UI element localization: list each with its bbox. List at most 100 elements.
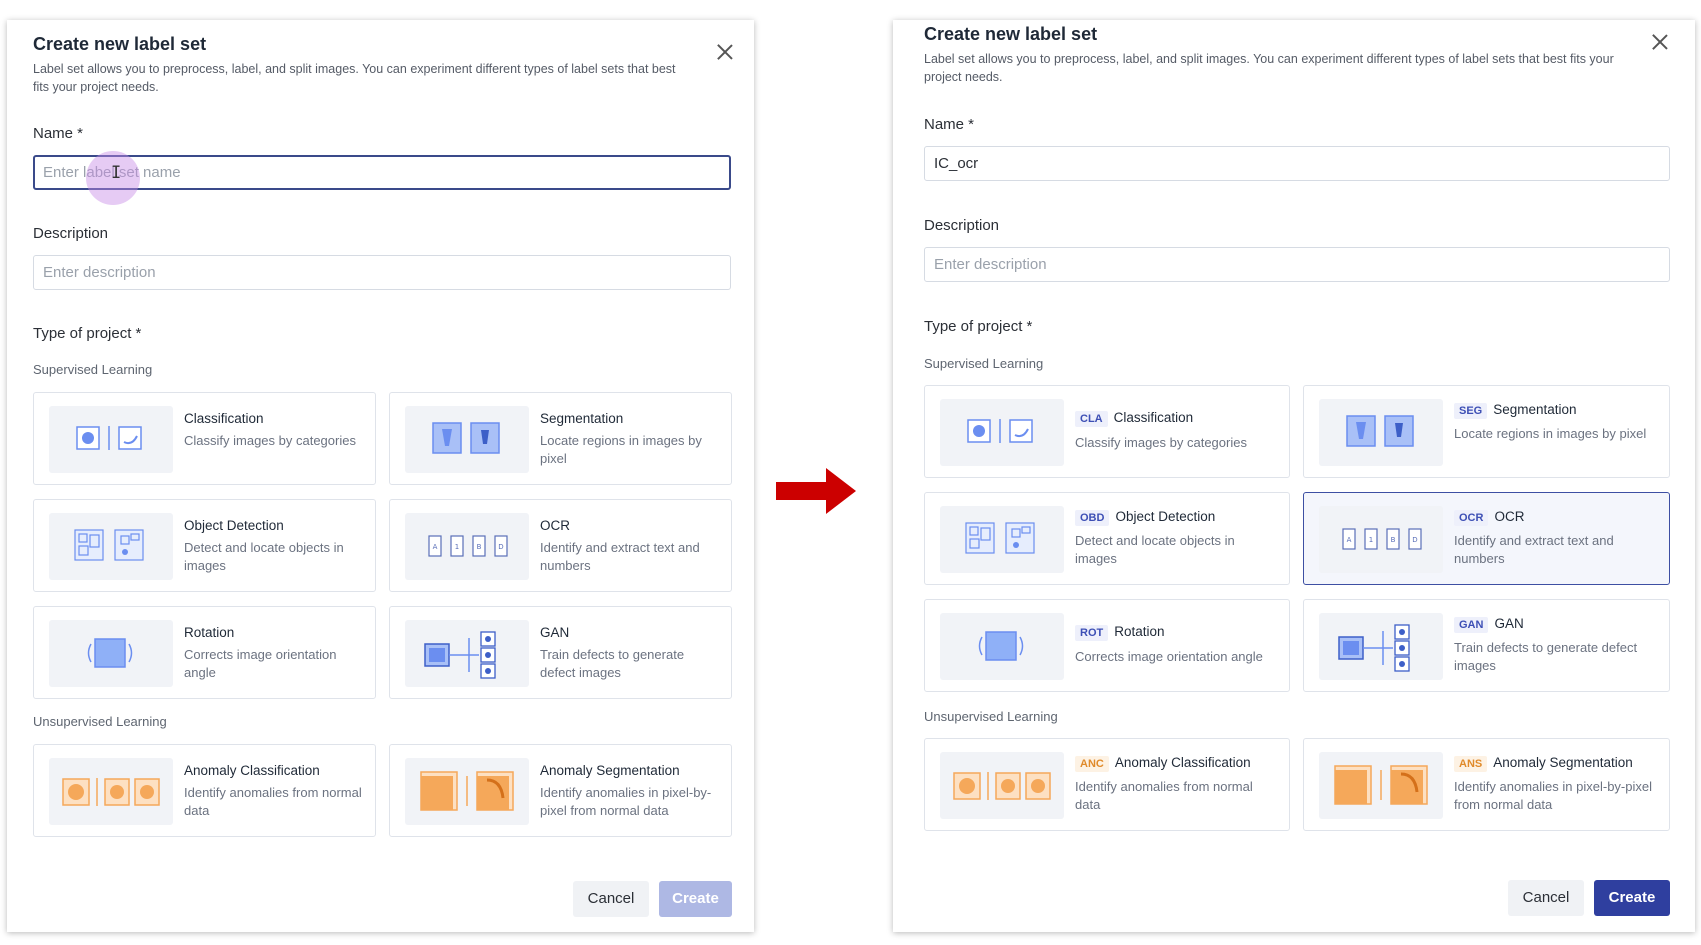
card-badge: ROT [1075, 625, 1109, 641]
ocr-icon [1319, 506, 1443, 573]
gan-icon [405, 620, 529, 687]
card-description: Train defects to generate defect images [540, 647, 685, 680]
classification-icon [940, 399, 1064, 466]
description-input-placeholder: Enter description [43, 264, 156, 281]
card-description: Identify and extract text and numbers [540, 540, 700, 573]
gan-icon [1319, 613, 1443, 680]
card-badge: GAN [1454, 617, 1489, 633]
card-description: Detect and locate objects in images [184, 540, 344, 573]
create-label-set-dialog-after: Create new label set Label set allows yo… [893, 20, 1695, 932]
card-description: Identify and extract text and numbers [1454, 533, 1614, 566]
type-of-project-label: Type of project * [924, 318, 1033, 335]
object-detection-icon [49, 513, 173, 580]
card-rotation[interactable]: Rotation Corrects image orientation angl… [33, 606, 376, 699]
card-title: Rotation [184, 625, 235, 640]
card-anomaly-classification[interactable]: ANC Anomaly Classification Identify anoma… [924, 738, 1290, 831]
card-description: Locate regions in images by pixel [1454, 426, 1647, 441]
cancel-button[interactable]: Cancel [573, 881, 649, 917]
anomaly-classification-icon [940, 752, 1064, 819]
anomaly-segmentation-icon [405, 758, 529, 825]
object-detection-icon [940, 506, 1064, 573]
ocr-icon [405, 513, 529, 580]
card-description: Corrects image orientation angle [1075, 649, 1263, 664]
rotation-icon [49, 620, 173, 687]
supervised-learning-label: Supervised Learning [924, 356, 1044, 371]
text-cursor-icon: I [111, 163, 122, 183]
card-badge: ANS [1454, 756, 1488, 772]
arrow-right-icon [776, 468, 856, 514]
card-classification[interactable]: Classification Classify images by catego… [33, 392, 376, 485]
rotation-icon [940, 613, 1064, 680]
card-badge: CLA [1075, 411, 1108, 427]
card-title: GAN [540, 625, 570, 640]
dialog-title: Create new label set [33, 34, 207, 54]
cancel-button[interactable]: Cancel [1508, 880, 1584, 916]
card-gan[interactable]: GAN GAN Train defects to generate defect … [1303, 599, 1670, 692]
card-badge: OBD [1075, 510, 1110, 526]
create-label-set-dialog-before: Create new label set Label set allows yo… [7, 20, 754, 932]
card-segmentation[interactable]: SEG Segmentation Locate regions in images… [1303, 385, 1670, 478]
card-anomaly-segmentation[interactable]: Anomaly Segmentation Identify anomalies … [389, 744, 732, 837]
anomaly-segmentation-icon [1319, 752, 1443, 819]
card-classification[interactable]: CLA Classification Classify images by cat… [924, 385, 1290, 478]
card-object-detection[interactable]: OBD Object Detection Detect and locate ob… [924, 492, 1290, 585]
card-title: OCR OCR [1454, 509, 1524, 526]
unsupervised-learning-label: Unsupervised Learning [33, 714, 167, 729]
card-rotation[interactable]: ROT Rotation Corrects image orientation a… [924, 599, 1290, 692]
card-description: Train defects to generate defect images [1454, 640, 1638, 673]
dialog-title: Create new label set [924, 24, 1098, 44]
card-title: SEG Segmentation [1454, 402, 1577, 419]
card-description: Corrects image orientation angle [184, 647, 337, 680]
card-title: OBD Object Detection [1075, 509, 1215, 526]
card-anomaly-segmentation[interactable]: ANS Anomaly Segmentation Identify anomali… [1303, 738, 1670, 831]
card-description: Locate regions in images by pixel [540, 433, 702, 466]
card-title: CLA Classification [1075, 410, 1193, 427]
card-title: Object Detection [184, 518, 284, 533]
card-description: Classify images by categories [184, 433, 356, 448]
dialog-subtitle: Label set allows you to preprocess, labe… [33, 62, 676, 94]
card-description: Classify images by categories [1075, 435, 1247, 450]
name-label: Name * [33, 125, 84, 142]
card-title: Classification [184, 411, 264, 426]
dialog-subtitle: Label set allows you to preprocess, labe… [924, 52, 1614, 84]
description-label: Description [33, 225, 109, 242]
card-title: Anomaly Segmentation [540, 763, 680, 778]
card-anomaly-classification[interactable]: Anomaly Classification Identify anomalie… [33, 744, 376, 837]
classification-icon [49, 406, 173, 473]
unsupervised-learning-label: Unsupervised Learning [924, 709, 1058, 724]
card-title: Anomaly Classification [184, 763, 320, 778]
description-input-placeholder: Enter description [934, 256, 1047, 273]
card-description: Identify anomalies from normal data [1075, 779, 1253, 812]
card-title: OCR [540, 518, 570, 533]
card-badge: OCR [1454, 510, 1489, 526]
card-object-detection[interactable]: Object Detection Detect and locate objec… [33, 499, 376, 592]
card-badge: ANC [1075, 756, 1109, 772]
card-title: GAN GAN [1454, 616, 1524, 633]
close-icon[interactable] [717, 44, 733, 60]
card-title: ANC Anomaly Classification [1075, 755, 1251, 772]
close-icon[interactable] [1652, 34, 1668, 50]
create-button[interactable]: Create [659, 881, 732, 917]
name-input[interactable]: IC_ocr [924, 146, 1670, 181]
card-gan[interactable]: GAN Train defects to generate defect ima… [389, 606, 732, 699]
description-input[interactable]: Enter description [33, 255, 731, 290]
segmentation-icon [405, 406, 529, 473]
card-title: ANS Anomaly Segmentation [1454, 755, 1633, 772]
card-description: Identify anomalies in pixel-by-pixel fro… [540, 785, 712, 818]
card-title: ROT Rotation [1075, 624, 1165, 641]
supervised-learning-label: Supervised Learning [33, 362, 153, 377]
card-title: Segmentation [540, 411, 624, 426]
card-ocr[interactable]: OCR Identify and extract text and number… [389, 499, 732, 592]
card-segmentation[interactable]: Segmentation Locate regions in images by… [389, 392, 732, 485]
card-ocr-selected[interactable]: OCR OCR Identify and extract text and num… [1303, 492, 1670, 585]
card-badge: SEG [1454, 403, 1488, 419]
anomaly-classification-icon [49, 758, 173, 825]
create-button[interactable]: Create [1594, 880, 1670, 916]
description-input[interactable]: Enter description [924, 247, 1670, 282]
card-description: Identify anomalies in pixel-by-pixel fro… [1454, 779, 1652, 812]
card-description: Identify anomalies from normal data [184, 785, 362, 818]
description-label: Description [924, 217, 1000, 234]
card-description: Detect and locate objects in images [1075, 533, 1235, 566]
type-of-project-label: Type of project * [33, 325, 142, 342]
name-label: Name * [924, 116, 975, 133]
